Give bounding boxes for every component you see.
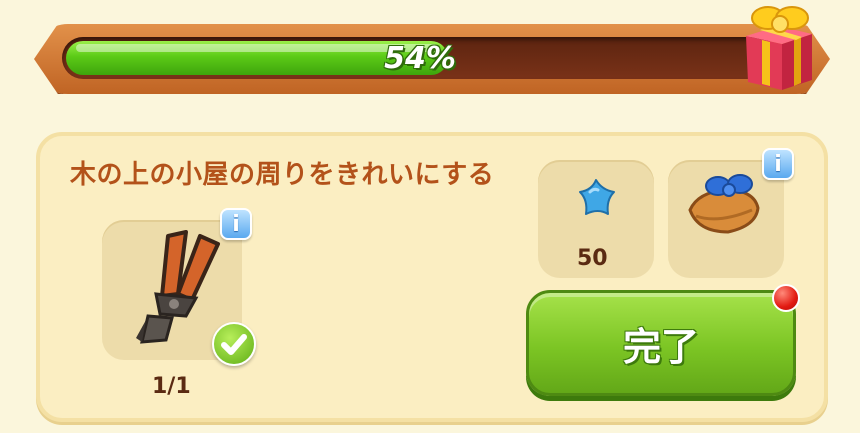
progress-percent: 54% [384, 40, 456, 76]
complete-button-label: 完了 [622, 324, 699, 369]
info-icon: i [232, 211, 240, 237]
quest-title: 木の上の小屋の周りをきれいにする [70, 160, 495, 190]
complete-button[interactable]: 完了 [526, 290, 796, 396]
checkmark-icon [212, 322, 256, 366]
requirement-count: 1/1 [152, 374, 191, 399]
notification-dot [772, 284, 800, 312]
reward-star-amount: 50 [577, 246, 608, 271]
gift-box-icon[interactable] [738, 2, 818, 92]
reward-info-button[interactable]: i [762, 148, 794, 180]
info-icon: i [774, 151, 782, 177]
blue-star-icon [579, 179, 615, 215]
tool-info-button[interactable]: i [220, 208, 252, 240]
